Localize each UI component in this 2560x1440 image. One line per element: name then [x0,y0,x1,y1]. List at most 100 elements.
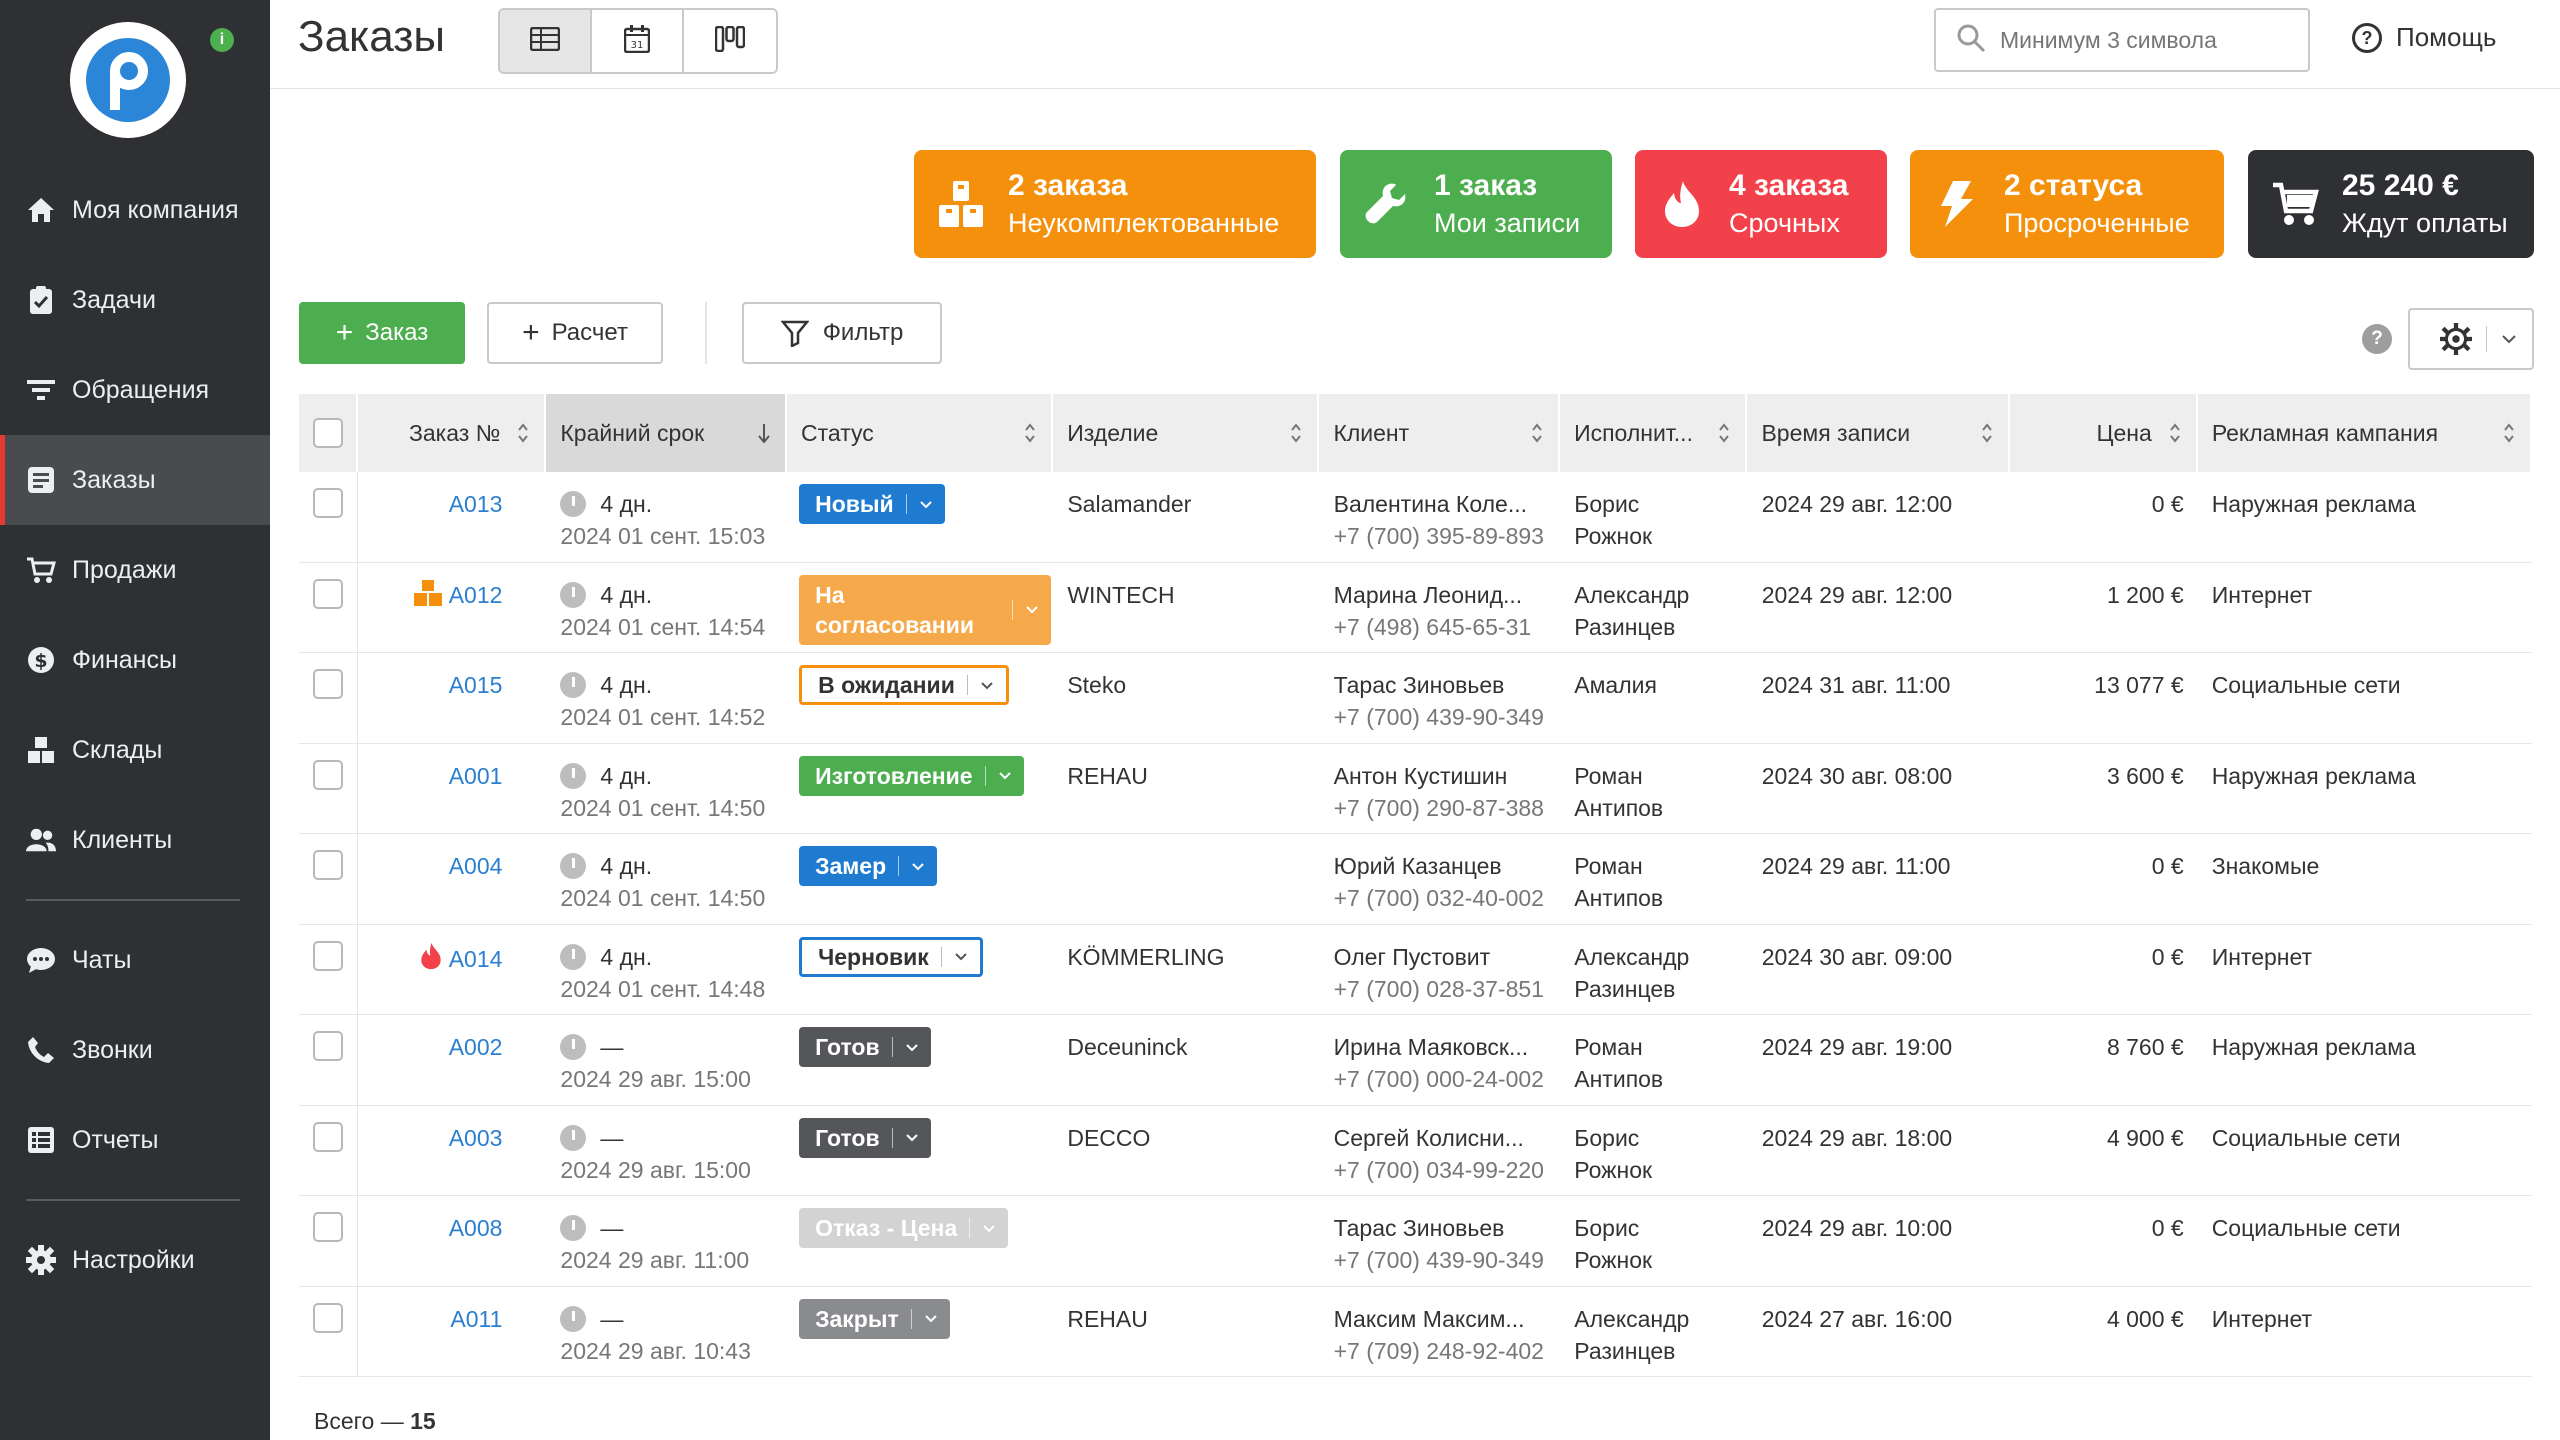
row-checkbox[interactable] [313,940,343,971]
help-link[interactable]: ? Помощь [2352,22,2496,53]
column-header-deadline[interactable]: Крайний срок [546,394,788,472]
sidebar-item-clients[interactable]: Клиенты [0,795,270,885]
kanban-view-button[interactable] [684,10,776,72]
info-icon[interactable]: i [210,28,234,52]
column-header-status[interactable]: Статус [787,394,1054,472]
select-all-checkbox[interactable] [313,418,343,448]
status-dropdown[interactable]: Черновик [799,936,983,977]
row-checkbox[interactable] [313,1031,343,1061]
sidebar-item-sales[interactable]: Продажи [0,525,270,615]
card-urgent[interactable]: 4 заказа Срочных [1635,150,1887,258]
order-number-link[interactable]: A004 [449,853,503,879]
client-name[interactable]: Юрий Казанцев [1334,850,1561,882]
sort-icon[interactable] [1023,420,1037,446]
client-phone[interactable]: +7 (700) 034-99-220 [1334,1154,1561,1186]
table-row[interactable]: A012 4 дн. 2024 01 сент. 14:54 На согласова… [299,562,2532,653]
card-incomplete[interactable]: 2 заказа Неукомплектованные [914,150,1316,258]
app-logo[interactable] [70,22,186,138]
column-header-price[interactable]: Цена [2010,394,2198,472]
order-number-link[interactable]: A015 [449,672,503,698]
calendar-view-button[interactable]: 31 [592,10,684,72]
sidebar-item-tasks[interactable]: Задачи [0,255,270,345]
table-row[interactable]: A015 4 дн. 2024 01 сент. 14:52 В ожидании St… [299,653,2532,744]
filter-button[interactable]: Фильтр [742,302,942,364]
sidebar-item-calls[interactable]: Звонки [0,1005,270,1095]
sidebar-item-requests[interactable]: Обращения [0,345,270,435]
row-checkbox[interactable] [313,578,343,609]
sort-icon[interactable] [1530,420,1544,446]
sidebar-item-reports[interactable]: Отчеты [0,1095,270,1185]
client-phone[interactable]: +7 (709) 248-92-402 [1334,1335,1561,1367]
table-help-icon[interactable]: ? [2362,324,2392,354]
order-number-link[interactable]: A013 [449,491,503,517]
column-header-order-number[interactable]: Заказ № [358,394,547,472]
sort-icon[interactable] [2168,420,2182,446]
row-checkbox[interactable] [313,759,343,790]
sidebar-item-chats[interactable]: Чаты [0,915,270,1005]
sidebar-item-warehouses[interactable]: Склады [0,705,270,795]
client-phone[interactable]: +7 (498) 645-65-31 [1334,611,1561,643]
sort-icon[interactable] [2502,420,2516,446]
column-header-campaign[interactable]: Рекламная кампания [2198,394,2532,472]
card-my-records[interactable]: 1 заказ Мои записи [1340,150,1612,258]
sort-desc-icon[interactable] [757,420,771,446]
table-row[interactable]: A002 — 2024 29 авг. 15:00 Готов Deceuninck Ир… [299,1015,2532,1106]
table-row[interactable]: A011 — 2024 29 авг. 10:43 Закрыт REHAU Максим… [299,1286,2532,1377]
client-name[interactable]: Ирина Маяковск... [1334,1031,1561,1063]
status-dropdown[interactable]: Готов [799,1027,931,1067]
table-row[interactable]: A003 — 2024 29 авг. 15:00 Готов DECCO Сергей … [299,1105,2532,1196]
order-number-link[interactable]: A012 [449,582,503,608]
card-awaiting-payment[interactable]: 25 240 € Ждут оплаты [2248,150,2534,258]
row-checkbox[interactable] [313,669,343,699]
order-number-link[interactable]: A003 [449,1125,503,1151]
table-row[interactable]: A008 — 2024 29 авг. 11:00 Отказ - Цена Тарас… [299,1196,2532,1287]
table-row[interactable]: A001 4 дн. 2024 01 сент. 14:50 Изготовление… [299,743,2532,834]
client-name[interactable]: Антон Кустишин [1334,760,1561,792]
search-box[interactable] [1934,8,2310,72]
client-phone[interactable]: +7 (700) 290-87-388 [1334,792,1561,824]
status-dropdown[interactable]: На согласовании [799,574,1052,645]
client-name[interactable]: Тарас Зиновьев [1334,669,1561,701]
order-number-link[interactable]: A001 [449,763,503,789]
sort-icon[interactable] [516,420,530,446]
add-order-button[interactable]: + Заказ [299,302,465,364]
column-header-client[interactable]: Клиент [1319,394,1561,472]
row-checkbox[interactable] [313,488,343,518]
status-dropdown[interactable]: Отказ - Цена [799,1208,1009,1248]
status-dropdown[interactable]: В ожидании [799,665,1009,705]
column-header-product[interactable]: Изделие [1053,394,1320,472]
order-number-link[interactable]: A011 [450,1306,502,1332]
client-phone[interactable]: +7 (700) 395-89-893 [1334,520,1561,552]
status-dropdown[interactable]: Готов [799,1117,931,1158]
sidebar-item-finance[interactable]: $ Финансы [0,615,270,705]
client-name[interactable]: Валентина Коле... [1334,488,1561,520]
sidebar-item-settings[interactable]: Настройки [0,1215,270,1305]
calc-button[interactable]: + Расчет [487,302,663,364]
order-number-link[interactable]: A008 [449,1215,503,1241]
status-dropdown[interactable]: Закрыт [799,1298,950,1339]
client-name[interactable]: Сергей Колисни... [1334,1122,1561,1154]
client-name[interactable]: Олег Пустовит [1334,941,1561,973]
client-name[interactable]: Тарас Зиновьев [1334,1212,1561,1244]
table-settings-button[interactable] [2408,308,2534,370]
row-checkbox[interactable] [313,1302,343,1333]
sidebar-item-company[interactable]: Моя компания [0,165,270,255]
order-number-link[interactable]: A014 [449,946,503,972]
client-phone[interactable]: +7 (700) 028-37-851 [1334,973,1561,1005]
row-checkbox[interactable] [313,850,343,880]
sort-icon[interactable] [1289,420,1303,446]
column-header-record-time[interactable]: Время записи [1747,394,2010,472]
client-phone[interactable]: +7 (700) 439-90-349 [1334,1244,1561,1276]
client-phone[interactable]: +7 (700) 000-24-002 [1334,1063,1561,1095]
sidebar-item-orders[interactable]: Заказы [0,435,270,525]
search-input[interactable] [2000,26,2300,54]
card-overdue[interactable]: 2 статуса Просроченные [1910,150,2224,258]
client-name[interactable]: Максим Максим... [1334,1303,1561,1335]
row-checkbox[interactable] [313,1212,343,1242]
table-view-button[interactable] [500,10,592,72]
sort-icon[interactable] [1980,420,1994,446]
sort-icon[interactable] [1717,420,1731,446]
column-header-executor[interactable]: Исполнит... [1560,394,1748,472]
row-checkbox[interactable] [313,1121,343,1152]
status-dropdown[interactable]: Новый [799,484,945,524]
